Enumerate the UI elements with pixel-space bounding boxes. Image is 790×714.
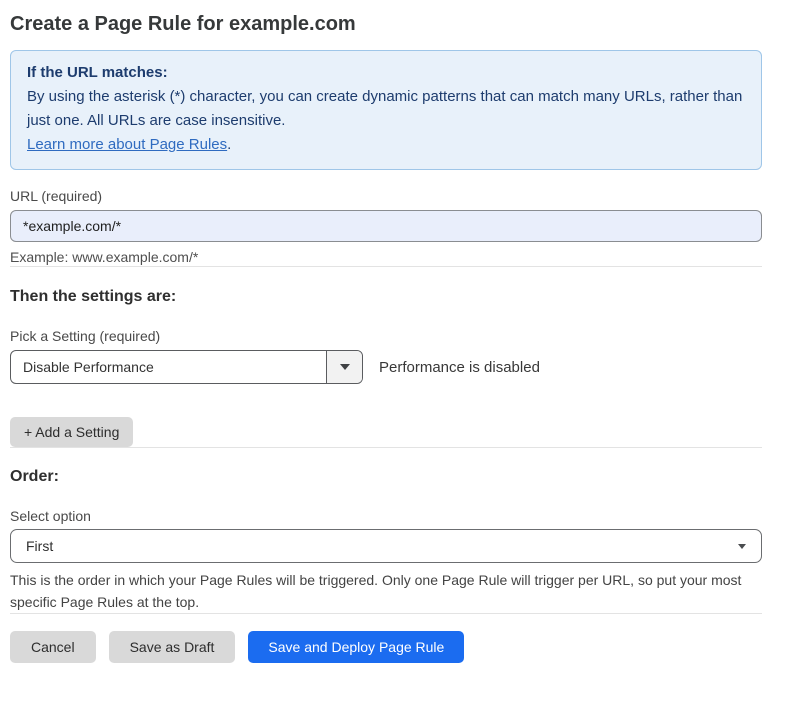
add-setting-button[interactable]: + Add a Setting xyxy=(10,417,133,447)
info-box-body: By using the asterisk (*) character, you… xyxy=(27,85,745,133)
setting-dropdown-arrow-button[interactable] xyxy=(326,351,362,383)
divider xyxy=(10,613,762,614)
settings-section-heading: Then the settings are: xyxy=(10,287,762,306)
url-example-hint: Example: www.example.com/* xyxy=(10,249,762,266)
create-page-rule-form: Create a Page Rule for example.com If th… xyxy=(0,0,790,663)
order-section-heading: Order: xyxy=(10,467,762,486)
url-label: URL (required) xyxy=(10,188,762,205)
page-title: Create a Page Rule for example.com xyxy=(10,10,762,38)
order-help-text: This is the order in which your Page Rul… xyxy=(10,569,762,613)
setting-dropdown-value: Disable Performance xyxy=(11,351,326,383)
pick-setting-label: Pick a Setting (required) xyxy=(10,328,762,345)
save-draft-button[interactable]: Save as Draft xyxy=(109,631,236,663)
learn-more-link[interactable]: Learn more about Page Rules xyxy=(27,136,227,153)
action-buttons-row: Cancel Save as Draft Save and Deploy Pag… xyxy=(10,631,762,663)
info-box-link-line: Learn more about Page Rules. xyxy=(27,133,745,157)
setting-row: Disable Performance Performance is disab… xyxy=(10,350,762,384)
order-select[interactable]: First xyxy=(10,529,762,563)
select-option-label: Select option xyxy=(10,508,762,525)
divider xyxy=(10,447,762,448)
info-box-heading: If the URL matches: xyxy=(27,61,745,85)
cancel-button[interactable]: Cancel xyxy=(10,631,96,663)
chevron-down-icon xyxy=(340,364,350,370)
url-input[interactable] xyxy=(10,210,762,242)
caret-down-icon xyxy=(738,544,746,549)
save-deploy-button[interactable]: Save and Deploy Page Rule xyxy=(248,631,464,663)
setting-status-text: Performance is disabled xyxy=(379,359,540,376)
url-matches-info-box: If the URL matches: By using the asteris… xyxy=(10,50,762,170)
order-select-value: First xyxy=(26,538,53,554)
divider xyxy=(10,266,762,267)
setting-dropdown[interactable]: Disable Performance xyxy=(10,350,363,384)
link-period: . xyxy=(227,136,231,153)
